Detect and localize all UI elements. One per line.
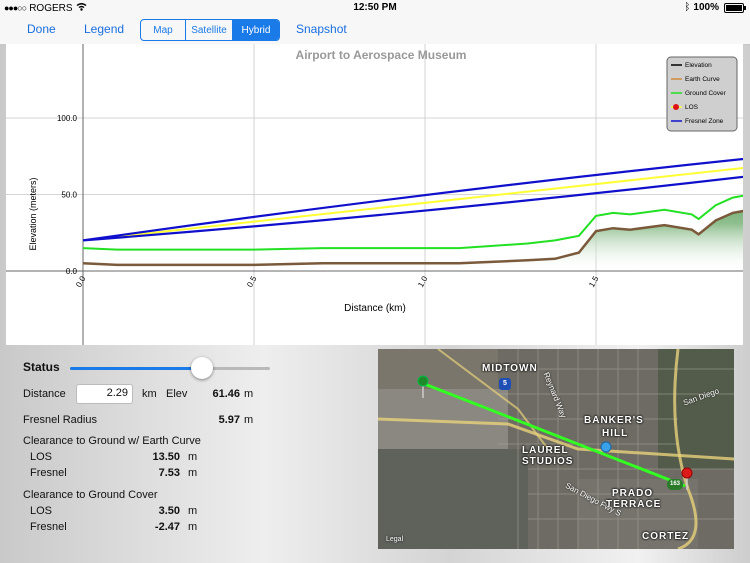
ec-los-unit: m [188, 451, 198, 463]
distance-input[interactable]: 2.29 [76, 384, 133, 404]
y-tick-label: 0.0 [66, 267, 78, 276]
map-legal-link[interactable]: Legal [386, 536, 403, 543]
legend-label-fresnel: Fresnel Zone [685, 118, 724, 125]
battery-percent: 100% [693, 2, 719, 13]
ground-cover-heading: Clearance to Ground Cover [23, 489, 158, 501]
map-label-studios: STUDIOS [522, 456, 574, 467]
ec-fresnel-value: 7.53 [158, 467, 180, 479]
status-title: Status [23, 360, 60, 374]
x-tick-label: 1.0 [416, 274, 430, 289]
x-tick-label: 1.5 [587, 274, 601, 289]
interstate-shield-icon: 5 [499, 378, 511, 390]
legend-label-elevation: Elevation [685, 62, 712, 69]
gc-los-label: LOS [30, 505, 53, 517]
gc-fresnel-label: Fresnel [30, 521, 67, 533]
distance-label: Distance [23, 388, 66, 400]
map-label-prado: PRADO [612, 488, 654, 499]
distance-unit: km [142, 388, 157, 400]
map-label-cortez: CORTEZ [642, 531, 690, 542]
status-bar: ●●●○○ ROGERS 12:50 PM ᛒ 100% [0, 0, 750, 16]
status-panel: Status Distance 2.29 km Elev 61.46 m Fre… [0, 348, 375, 563]
y-tick-label: 50.0 [61, 191, 77, 200]
bluetooth-icon: ᛒ [684, 2, 691, 13]
map-type-segmented-control: Map Satellite Hybrid [140, 19, 280, 41]
map-label-laurel: LAUREL [522, 445, 569, 456]
elevation-area [83, 211, 743, 273]
elevation-fill [83, 211, 743, 273]
chart-legend[interactable]: Elevation Earth Curve Ground Cover LOS F… [666, 56, 738, 132]
elev-value: 61.46 [212, 388, 240, 400]
elevation-chart-svg: 0.00.51.01.52.02.53.03.5100.050.00.0 Air… [6, 44, 743, 345]
elev-label: Elev [166, 388, 188, 400]
map-label-bankers: BANKER'S [584, 415, 644, 426]
fresnel-radius-label: Fresnel Radius [23, 414, 97, 426]
distance-slider-fill [70, 367, 202, 370]
grid-lines [6, 44, 743, 345]
chart-title: Airport to Aerospace Museum [296, 48, 467, 62]
y-tick-label: 100.0 [57, 114, 78, 123]
map-label-midtown: MIDTOWN [482, 363, 538, 374]
ec-los-label: LOS [30, 451, 53, 463]
legend-label-los: LOS [685, 104, 699, 111]
hybrid-map[interactable]: 5 163 MIDTOWN BANKER'S HILL LAUREL STUDI… [378, 349, 734, 549]
blue-pin-icon[interactable] [600, 440, 612, 458]
legend-label-earth-curve: Earth Curve [685, 76, 720, 83]
toolbar: Done Legend Map Satellite Hybrid Snapsho… [0, 16, 750, 45]
fresnel-radius-value: 5.97 [218, 414, 240, 426]
elevation-chart[interactable]: 0.00.51.01.52.02.53.03.5100.050.00.0 Air… [6, 44, 743, 345]
battery-group: ᛒ 100% [684, 2, 746, 13]
legend-label-ground-cover: Ground Cover [685, 90, 727, 97]
map-label-hill: HILL [602, 428, 629, 439]
legend-los-pin-icon [673, 104, 679, 110]
gc-los-value: 3.50 [158, 505, 180, 517]
snapshot-button[interactable]: Snapshot [296, 22, 347, 36]
gc-fresnel-unit: m [188, 521, 198, 533]
ec-fresnel-label: Fresnel [30, 467, 67, 479]
ec-los-value: 13.50 [152, 451, 180, 463]
battery-icon [724, 2, 746, 13]
green-pin-icon[interactable] [416, 375, 430, 404]
distance-slider-knob[interactable] [191, 357, 213, 379]
x-tick-label: 0.0 [74, 274, 88, 289]
earth-curve-heading: Clearance to Ground w/ Earth Curve [23, 435, 201, 447]
map-type-map[interactable]: Map [141, 20, 186, 40]
y-axis-label: Elevation (meters) [28, 177, 38, 250]
los-line [82, 166, 743, 242]
map-type-hybrid[interactable]: Hybrid [233, 20, 279, 40]
legend-button[interactable]: Legend [84, 22, 124, 36]
state-route-shield-icon: 163 [667, 479, 683, 490]
x-axis-label: Distance (km) [344, 303, 406, 314]
elev-unit: m [244, 388, 254, 400]
gc-los-unit: m [188, 505, 198, 517]
gc-fresnel-value: -2.47 [154, 521, 180, 533]
done-button[interactable]: Done [27, 22, 56, 36]
x-tick-label: 0.5 [245, 274, 259, 289]
ec-fresnel-unit: m [188, 467, 198, 479]
map-type-satellite[interactable]: Satellite [186, 20, 233, 40]
distance-slider[interactable] [70, 357, 270, 379]
fresnel-radius-unit: m [244, 414, 254, 426]
clock: 12:50 PM [353, 2, 397, 13]
